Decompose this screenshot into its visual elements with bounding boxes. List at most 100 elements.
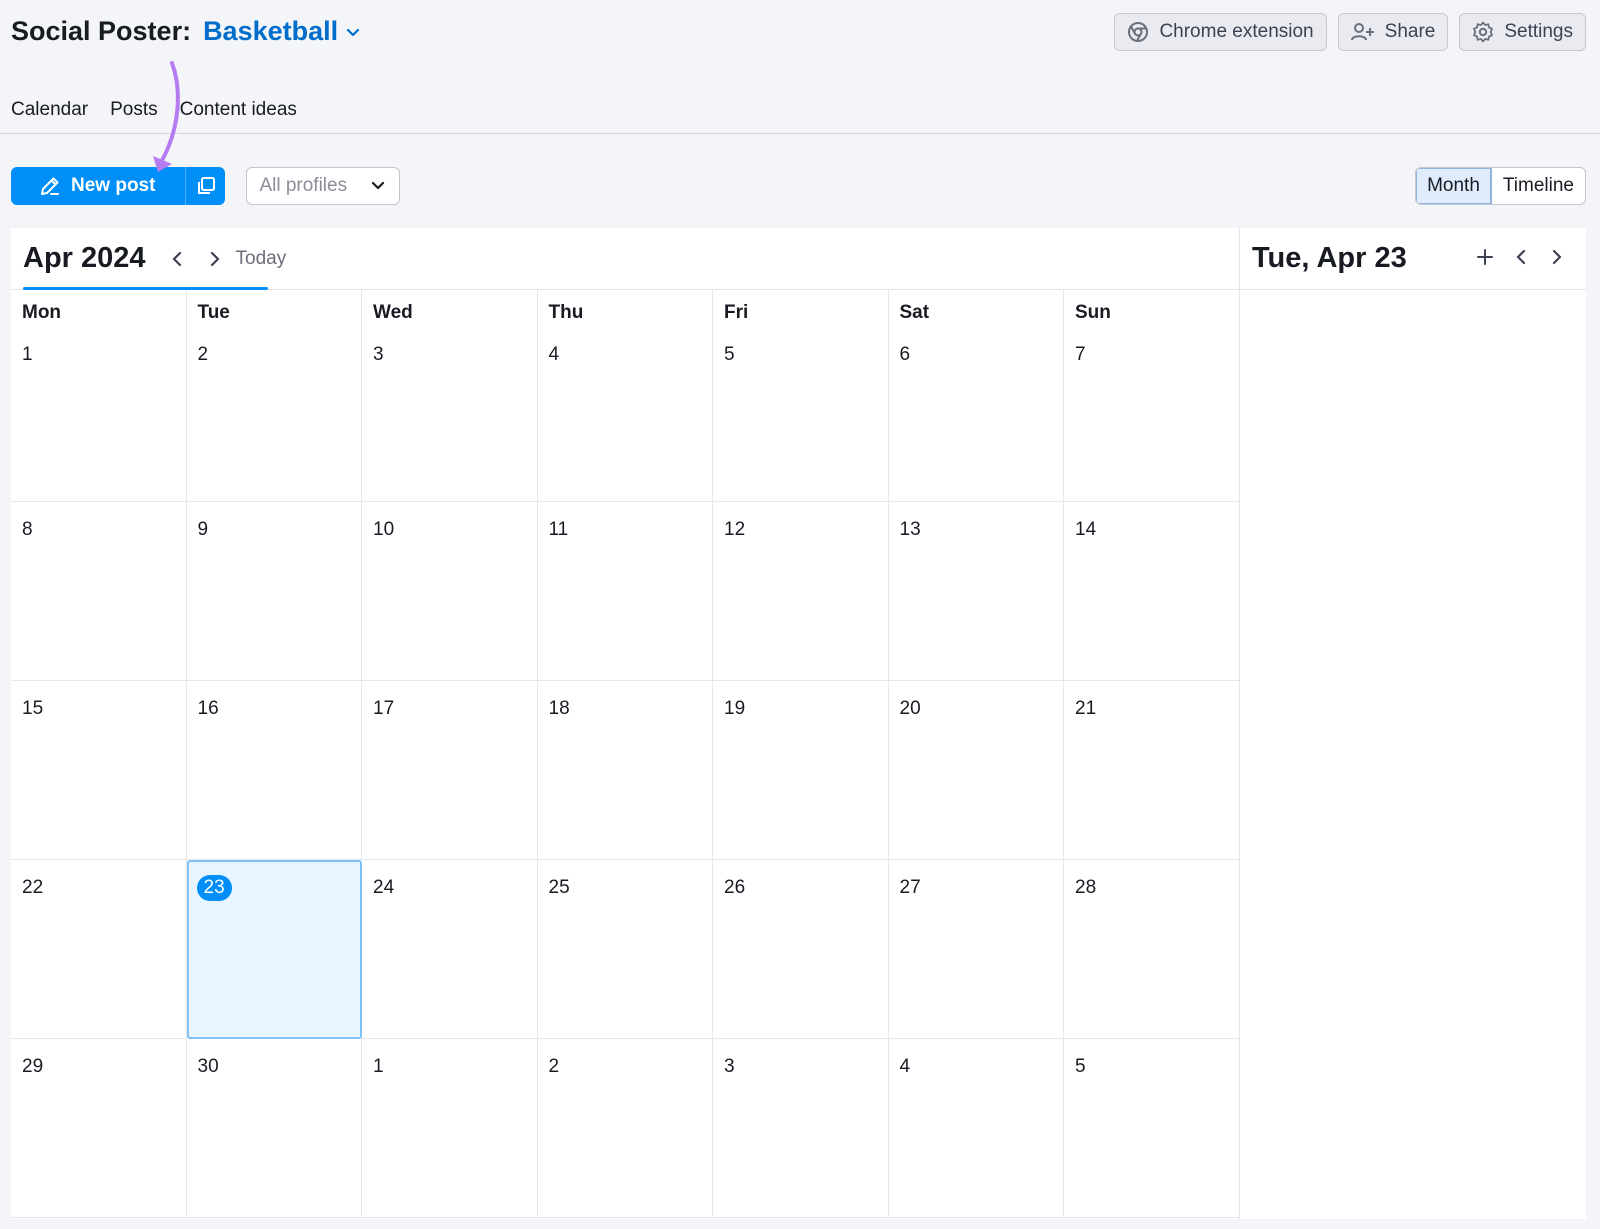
page-header: Social Poster: Basketball [11, 14, 360, 48]
chevron-right-icon [210, 251, 219, 266]
day-number: 5 [724, 344, 735, 365]
prev-day-button[interactable] [1512, 248, 1530, 266]
calendar-day-cell[interactable]: 15 [11, 681, 187, 860]
calendar-day-cell[interactable]: 6 [888, 326, 1064, 502]
day-number: 14 [1075, 519, 1097, 540]
calendar-panel: Apr 2024 Today Mon Tue Wed Thu Fri Sat S… [11, 228, 1240, 1219]
day-number: 18 [548, 698, 570, 719]
calendar-day-cell[interactable]: 2 [537, 1039, 713, 1218]
view-month-button[interactable]: Month [1416, 168, 1492, 204]
calendar-day-cell[interactable]: 13 [888, 502, 1064, 681]
app-title: Social Poster: [11, 15, 192, 46]
bulk-post-button[interactable] [185, 167, 225, 205]
weekday-header: Mon [11, 290, 187, 326]
weekday-header: Sun [1075, 302, 1111, 323]
chrome-extension-button[interactable]: Chrome extension [1114, 13, 1327, 51]
day-number: 2 [197, 344, 209, 365]
profiles-select-value: All profiles [259, 175, 348, 196]
calendar-day-cell[interactable]: 24 [362, 860, 538, 1039]
calendar-day-cell[interactable]: 4 [537, 326, 713, 502]
calendar-day-cell[interactable]: 10 [362, 502, 538, 681]
day-number: 27 [899, 877, 921, 898]
chevron-down-icon [372, 181, 385, 190]
project-switcher[interactable]: Basketball [203, 16, 360, 47]
view-timeline-button[interactable]: Timeline [1492, 168, 1585, 204]
next-month-button[interactable] [206, 250, 224, 268]
today-button[interactable]: Today [236, 248, 287, 270]
day-number: 28 [1075, 877, 1097, 898]
day-number: 11 [548, 519, 569, 540]
next-day-button[interactable] [1548, 248, 1566, 266]
day-detail-header: Tue, Apr 23 [1240, 228, 1586, 290]
add-user-icon [1350, 23, 1374, 41]
chevron-left-icon [1516, 249, 1526, 265]
calendar-day-cell[interactable]: 30 [186, 1039, 362, 1218]
day-number: 26 [724, 877, 746, 898]
calendar-day-cell[interactable]: 27 [888, 860, 1064, 1039]
project-name[interactable]: Basketball [203, 16, 338, 47]
day-number: 30 [197, 1056, 219, 1077]
weekday-header: Sat [889, 290, 1064, 326]
calendar-day-cell[interactable]: 9 [186, 502, 362, 681]
prev-month-button[interactable] [168, 250, 186, 268]
calendar-day-cell[interactable]: 17 [362, 681, 538, 860]
day-number: 1 [373, 1056, 384, 1077]
calendar-day-cell[interactable]: 5 [1064, 1039, 1240, 1218]
day-detail-panel: Tue, Apr 23 [1240, 228, 1586, 1219]
calendar-day-cell[interactable]: 29 [11, 1039, 187, 1218]
gear-icon [1473, 21, 1494, 43]
calendar-nav [168, 250, 224, 268]
day-detail-title: Tue, Apr 23 [1252, 242, 1407, 274]
top-actions: Chrome extension Share Settings [1114, 13, 1586, 51]
today-badge: 23 [196, 875, 232, 901]
profiles-select[interactable]: All profiles [246, 167, 401, 205]
calendar-day-cell[interactable]: 1 [362, 1039, 538, 1218]
day-number: 22 [22, 877, 44, 898]
day-number: 1 [22, 344, 33, 365]
chevron-down-icon[interactable] [346, 28, 360, 38]
day-number: 13 [899, 519, 921, 540]
copy-icon [197, 177, 215, 194]
annotation-arrow-icon [153, 61, 180, 172]
calendar-day-cell[interactable]: 28 [1064, 860, 1240, 1039]
calendar-day-cell[interactable]: 5 [713, 326, 889, 502]
day-detail-tools [1476, 248, 1566, 266]
day-number: 3 [373, 344, 384, 365]
calendar-day-cell[interactable]: 3 [713, 1039, 889, 1218]
calendar-day-cell[interactable]: 4 [888, 1039, 1064, 1218]
add-post-button[interactable] [1476, 248, 1494, 266]
tab-content-ideas[interactable]: Content ideas [180, 99, 297, 121]
calendar-day-cell[interactable]: 11 [537, 502, 713, 681]
day-number: 7 [1075, 344, 1086, 365]
calendar-day-cell[interactable]: 16 [186, 681, 362, 860]
calendar-day-cell[interactable]: 3 [362, 326, 538, 502]
share-button[interactable]: Share [1337, 13, 1449, 51]
calendar-day-cell[interactable]: 12 [713, 502, 889, 681]
calendar-day-cell[interactable]: 8 [11, 502, 187, 681]
day-number: 15 [22, 698, 44, 719]
calendar-day-cell[interactable]: 19 [713, 681, 889, 860]
day-number: 8 [22, 519, 33, 540]
calendar-day-cell[interactable]: 26 [713, 860, 889, 1039]
settings-button[interactable]: Settings [1459, 13, 1586, 51]
day-number: 29 [22, 1056, 44, 1077]
calendar-day-cell[interactable]: 14 [1064, 502, 1240, 681]
day-number: 6 [899, 344, 911, 365]
tab-calendar[interactable]: Calendar [11, 99, 88, 121]
calendar-day-cell[interactable]: 22 [11, 860, 187, 1039]
calendar-day-cell[interactable]: 2 [186, 326, 362, 502]
share-label: Share [1384, 21, 1436, 42]
calendar-day-cell[interactable]: 1 [11, 326, 187, 502]
chrome-extension-label: Chrome extension [1159, 21, 1314, 42]
day-number: 20 [899, 698, 921, 719]
day-number: 24 [373, 877, 395, 898]
calendar-day-cell[interactable]: 7 [1064, 326, 1240, 502]
calendar-day-cell[interactable]: 20 [888, 681, 1064, 860]
day-number: 4 [899, 1056, 911, 1077]
day-number: 3 [724, 1056, 735, 1077]
calendar-day-cell-selected[interactable]: 23 [186, 860, 362, 1039]
calendar-day-cell[interactable]: 25 [537, 860, 713, 1039]
weekday-header: Fri [713, 290, 889, 326]
calendar-day-cell[interactable]: 18 [537, 681, 713, 860]
calendar-day-cell[interactable]: 21 [1064, 681, 1240, 860]
